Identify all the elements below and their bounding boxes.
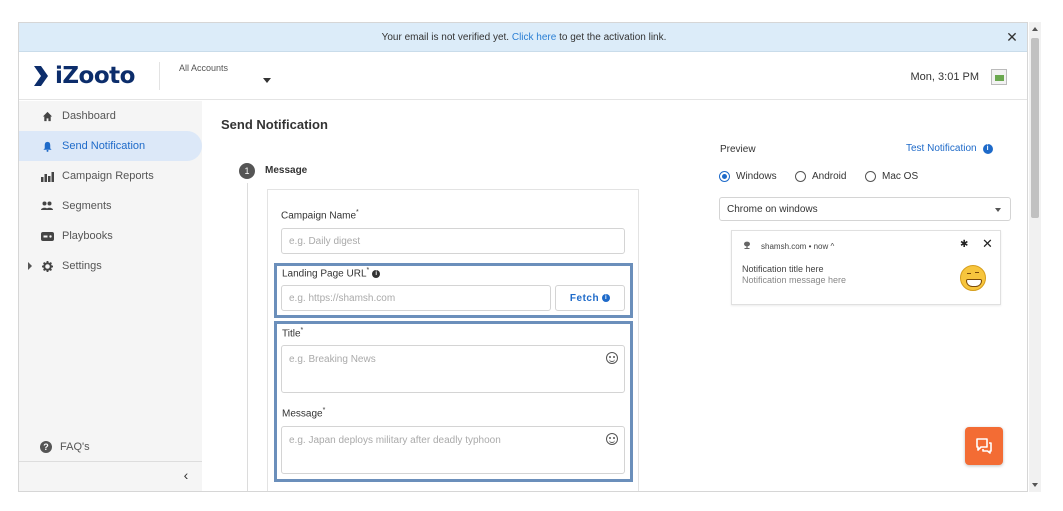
logo[interactable]: iZooto xyxy=(33,62,135,90)
banner-close-icon[interactable]: ✕ xyxy=(1005,23,1019,52)
title-message-highlight xyxy=(274,321,633,482)
accounts-label: All Accounts xyxy=(179,63,229,73)
step-connector xyxy=(247,183,248,491)
platform-radio-macos[interactable]: Mac OS xyxy=(865,171,918,182)
caret-right-icon xyxy=(28,262,32,270)
platform-radio-windows[interactable]: Windows xyxy=(719,171,777,182)
sidebar-item-label: Campaign Reports xyxy=(62,170,154,182)
activation-link[interactable]: Click here xyxy=(512,32,556,43)
sidebar-item-campaign-reports[interactable]: Campaign Reports xyxy=(19,161,202,191)
step-label: Message xyxy=(265,165,308,176)
scroll-thumb[interactable] xyxy=(1031,38,1039,218)
page-title: Send Notification xyxy=(221,117,328,132)
radio-unchecked-icon xyxy=(865,171,876,182)
gear-icon xyxy=(40,259,54,273)
sidebar-item-send-notification[interactable]: Send Notification xyxy=(19,131,202,161)
logo-text: iZooto xyxy=(55,63,135,89)
step-number-badge: 1 xyxy=(239,163,255,179)
question-icon: ? xyxy=(40,441,52,453)
verification-banner: Your email is not verified yet. Click he… xyxy=(19,23,1027,52)
scroll-up-icon[interactable] xyxy=(1032,27,1038,31)
sidebar-item-dashboard[interactable]: Dashboard xyxy=(19,101,202,131)
campaign-name-input[interactable]: e.g. Daily digest xyxy=(281,228,625,254)
sidebar-item-settings[interactable]: Settings xyxy=(19,251,202,281)
chat-icon xyxy=(976,438,992,454)
logo-divider xyxy=(159,62,160,90)
campaign-name-label: Campaign Name* xyxy=(281,209,359,222)
faq-label: FAQ's xyxy=(60,441,90,453)
sidebar-item-label: Segments xyxy=(62,200,112,212)
browser-select[interactable]: Chrome on windows xyxy=(719,197,1011,221)
accounts-dropdown-caret-icon[interactable] xyxy=(263,78,271,83)
page-scrollbar[interactable] xyxy=(1029,22,1041,492)
sidebar-item-segments[interactable]: Segments xyxy=(19,191,202,221)
test-notification-link[interactable]: Test Notification i xyxy=(906,143,993,154)
faq-link[interactable]: ? FAQ's xyxy=(19,434,202,460)
notification-title: Notification title here xyxy=(742,264,824,274)
bell-icon xyxy=(40,139,54,153)
radio-checked-icon xyxy=(719,171,730,182)
sidebar-item-label: Playbooks xyxy=(62,230,113,242)
gear-icon[interactable]: ✱ xyxy=(960,239,968,250)
site-icon xyxy=(744,241,750,249)
header-time: Mon, 3:01 PM xyxy=(910,71,979,83)
chevron-down-icon xyxy=(995,208,1001,212)
banner-text-after: to get the activation link. xyxy=(559,32,667,43)
playbook-icon xyxy=(40,229,54,243)
notification-preview-card: shamsh.com • now ^ ✱ ✕ Notification titl… xyxy=(731,230,1001,305)
info-icon: i xyxy=(982,143,993,154)
banner-text: Your email is not verified yet. xyxy=(381,32,510,43)
sidebar-item-label: Send Notification xyxy=(62,140,146,152)
notification-message: Notification message here xyxy=(742,275,847,285)
notification-site: shamsh.com • now ^ xyxy=(761,242,835,251)
avatar[interactable] xyxy=(991,69,1007,85)
top-header: iZooto All Accounts Mon, 3:01 PM xyxy=(19,53,1027,100)
platform-radio-android[interactable]: Android xyxy=(795,171,846,182)
logo-chevron-icon xyxy=(34,66,48,86)
app-window: Your email is not verified yet. Click he… xyxy=(18,22,1028,492)
radio-unchecked-icon xyxy=(795,171,806,182)
chat-button[interactable] xyxy=(965,427,1003,465)
sidebar-item-label: Settings xyxy=(62,260,102,272)
scroll-down-icon[interactable] xyxy=(1032,483,1038,487)
laughing-emoji-icon xyxy=(960,265,986,291)
sidebar-item-label: Dashboard xyxy=(62,110,116,122)
preview-label: Preview xyxy=(720,144,756,155)
collapse-sidebar-icon[interactable]: ‹ xyxy=(179,465,193,485)
close-icon[interactable]: ✕ xyxy=(982,236,993,252)
bar-chart-icon xyxy=(40,169,54,183)
sidebar-divider xyxy=(19,461,202,462)
sidebar: Dashboard Send Notification Campaign Rep… xyxy=(19,101,202,491)
sidebar-item-playbooks[interactable]: Playbooks xyxy=(19,221,202,251)
landing-url-highlight xyxy=(274,263,633,318)
home-icon xyxy=(40,109,54,123)
users-icon xyxy=(40,199,54,213)
